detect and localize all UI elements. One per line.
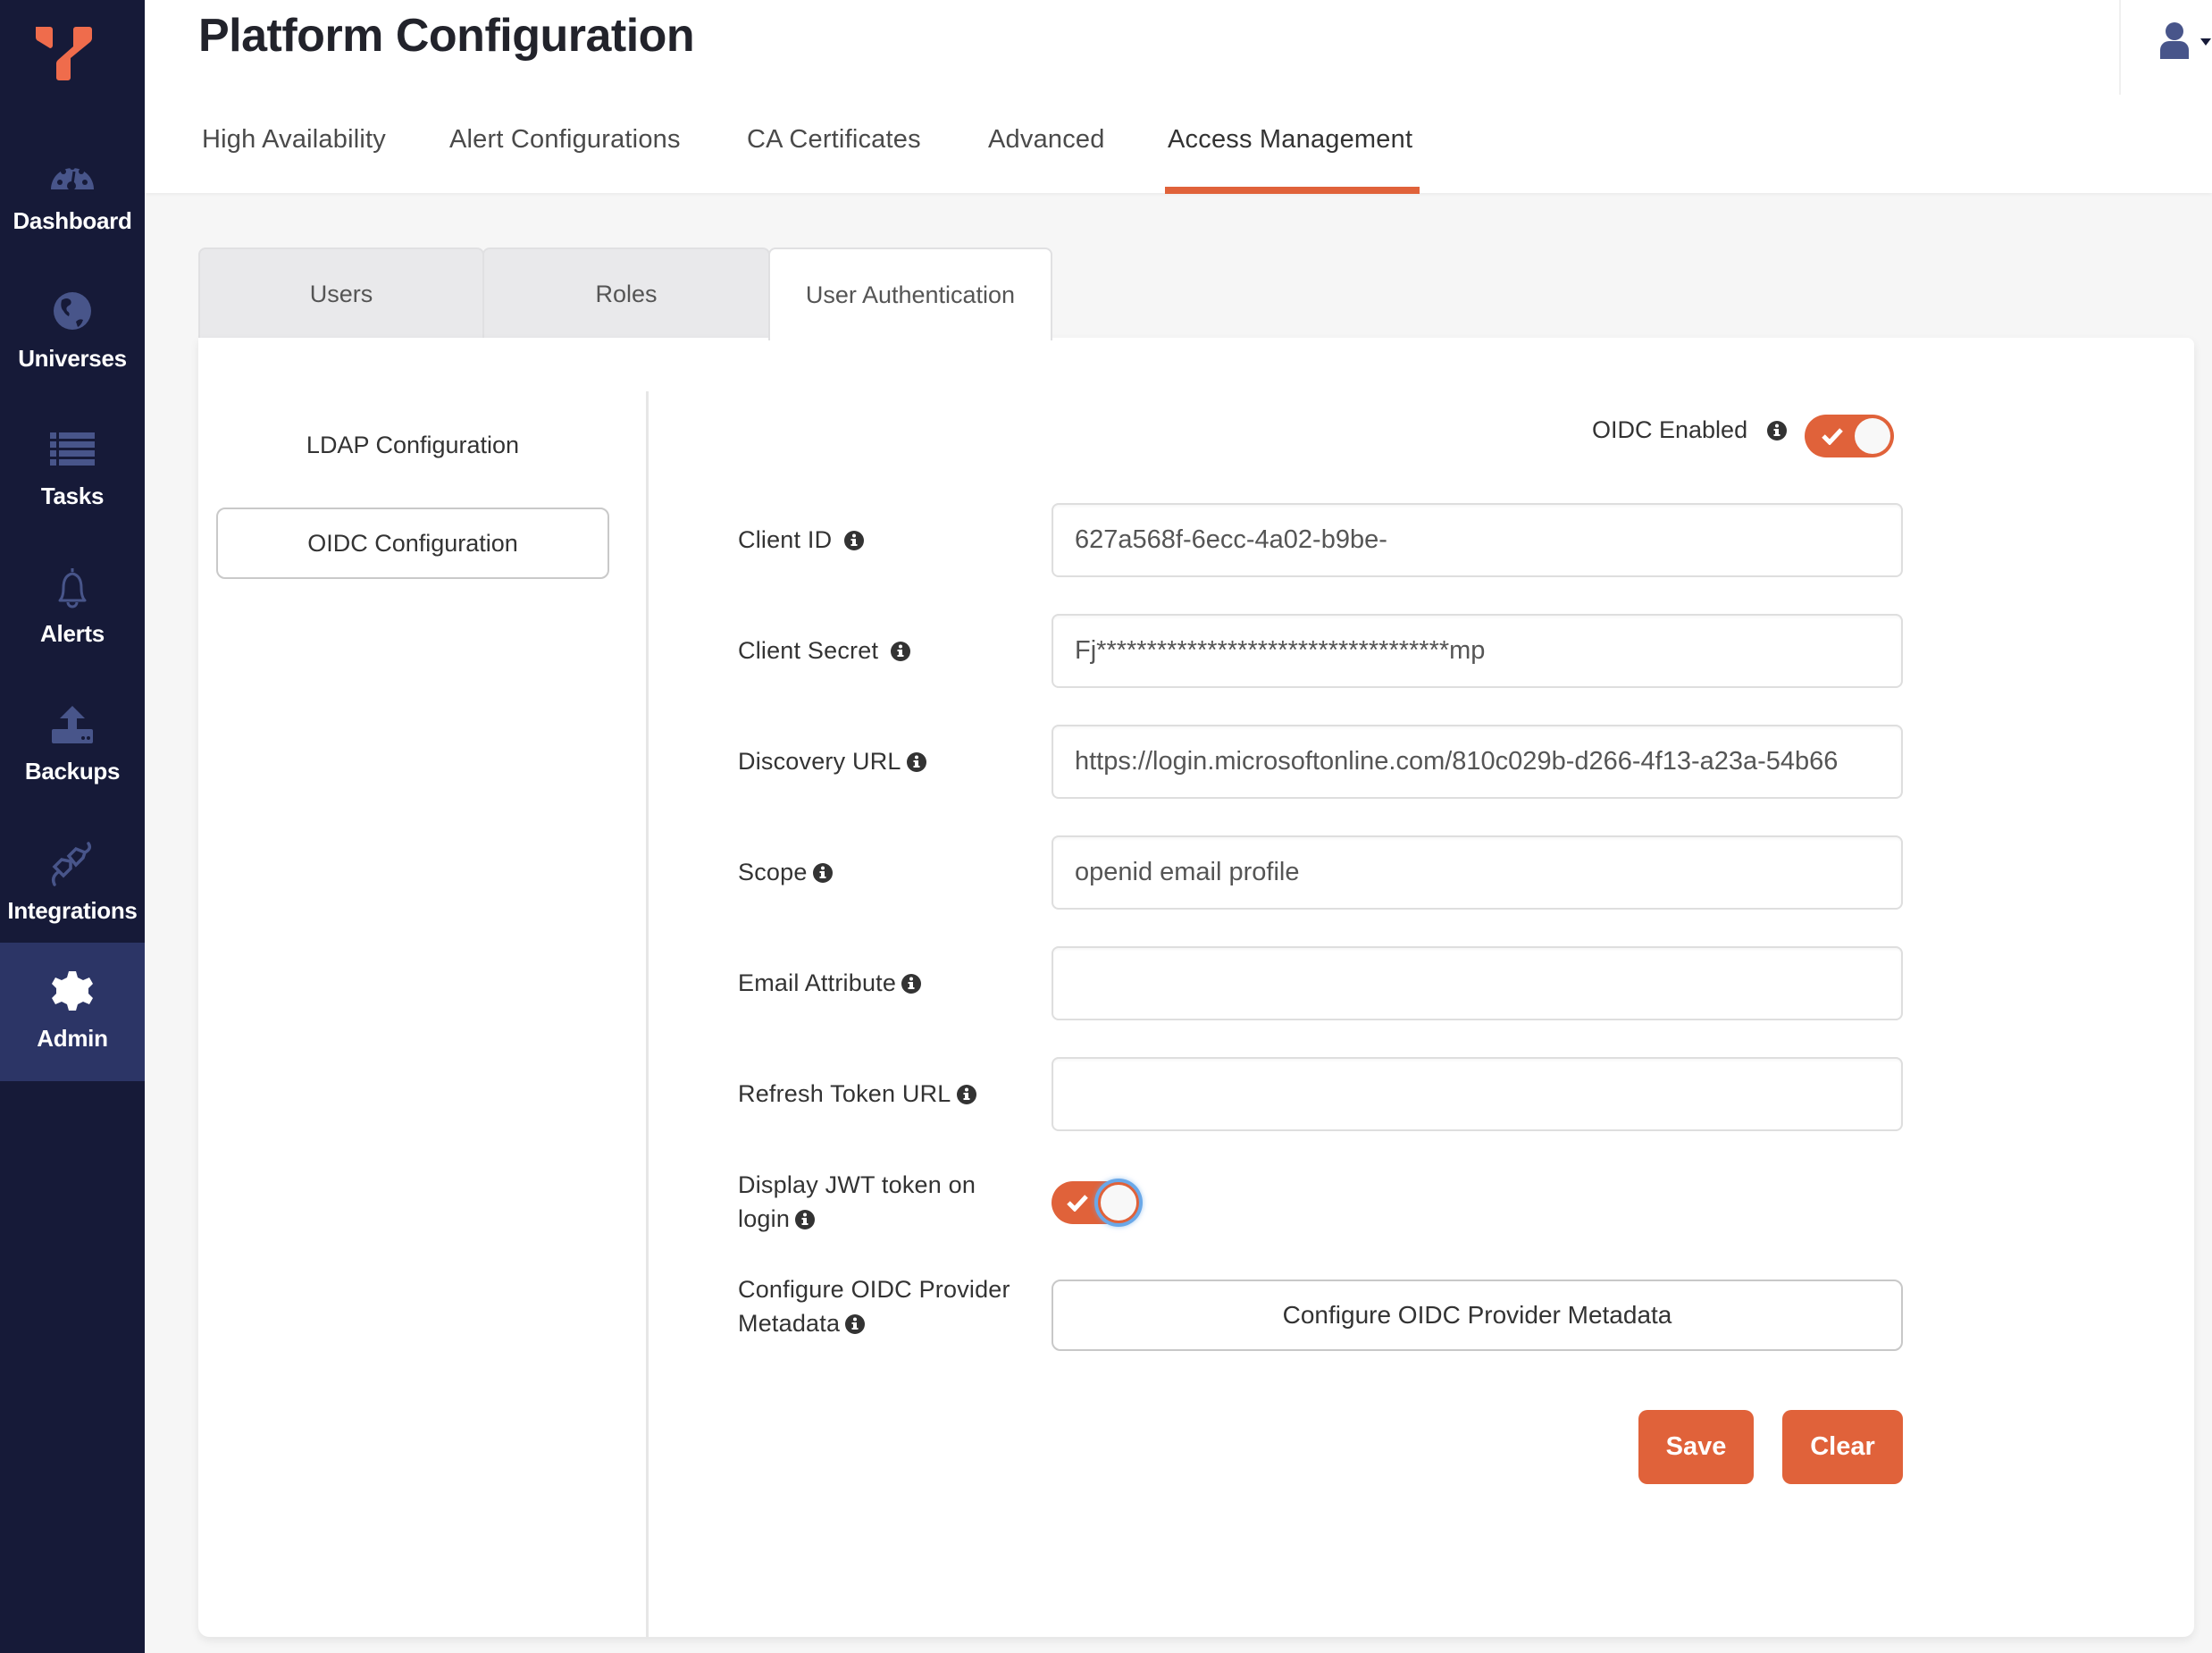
panel-divider [646,391,649,1637]
save-button[interactable]: Save [1638,1410,1754,1484]
discovery-url-input[interactable] [1052,725,1903,799]
dashboard-gauge-icon [49,152,96,198]
label-text: Email Attribute [738,969,897,996]
sidebar-item-label: Tasks [40,482,105,509]
page-header: Platform Configuration High Availability… [145,0,2212,194]
oidc-enabled-label: OIDC Enabled [1592,416,1787,444]
scope-input[interactable] [1052,835,1903,910]
user-authentication-panel: LDAP Configuration OIDC Configuration OI… [198,338,2194,1637]
list-icon [49,427,96,474]
info-icon[interactable] [844,525,865,550]
sidebar: Dashboard Universes Tasks Alerts Backups… [0,0,145,1653]
info-icon[interactable] [891,636,911,661]
display-jwt-label: Display JWT token on login [738,1168,976,1236]
label-text: Client Secret [738,637,879,664]
discovery-url-label: Discovery URL [738,744,926,778]
tab-alert-configurations[interactable]: Alert Configurations [449,125,681,155]
info-icon[interactable] [845,1309,866,1334]
scope-label: Scope [738,855,833,889]
sidebar-item-label: Integrations [7,897,138,924]
plug-icon [49,842,96,888]
label-text: Discovery URL [738,748,901,775]
nav-ldap-configuration[interactable]: LDAP Configuration [216,409,609,481]
clear-button[interactable]: Clear [1782,1410,1903,1484]
sidebar-item-label: Universes [18,345,127,372]
sidebar-item-alerts[interactable]: Alerts [0,547,145,672]
display-jwt-toggle[interactable] [1052,1181,1141,1224]
subtab-label: User Authentication [805,281,1016,308]
oidc-enabled-text: OIDC Enabled [1592,416,1748,443]
tab-ca-certificates[interactable]: CA Certificates [747,125,921,155]
sidebar-item-label: Backups [24,758,121,785]
tab-high-availability[interactable]: High Availability [202,125,386,155]
toggle-knob [1098,1182,1139,1223]
check-icon [1067,1195,1088,1212]
info-icon[interactable] [901,969,922,994]
client-id-label: Client ID [738,523,865,557]
yugabyte-logo[interactable] [32,25,96,82]
nav-oidc-configuration[interactable]: OIDC Configuration [216,508,609,579]
page-title: Platform Configuration [198,10,695,62]
subtab-roles[interactable]: Roles [482,248,770,339]
refresh-token-url-input[interactable] [1052,1057,1903,1131]
label-text: Client ID [738,526,833,553]
tab-access-management[interactable]: Access Management [1168,125,1412,155]
provider-metadata-label: Configure OIDC Provider Metadata [738,1272,1010,1340]
sidebar-item-integrations[interactable]: Integrations [0,824,145,949]
info-icon[interactable] [906,747,926,772]
header-divider [2119,0,2121,95]
gear-icon [49,968,96,1014]
subtab-user-authentication[interactable]: User Authentication [768,248,1052,340]
globe-icon [49,289,96,336]
user-icon[interactable] [2157,21,2192,61]
nav-label: OIDC Configuration [307,529,518,557]
subtab-label: Roles [595,280,658,307]
sidebar-item-dashboard[interactable]: Dashboard [0,134,145,259]
client-secret-label: Client Secret [738,634,911,667]
upload-icon [49,702,96,749]
label-line-1: Configure OIDC Provider [738,1276,1010,1303]
email-attribute-label: Email Attribute [738,966,922,1000]
info-icon[interactable] [795,1204,816,1229]
nav-label: LDAP Configuration [306,431,520,458]
refresh-token-url-label: Refresh Token URL [738,1077,976,1111]
info-icon[interactable] [812,858,833,883]
info-icon[interactable] [956,1079,976,1104]
email-attribute-input[interactable] [1052,946,1903,1020]
oidc-enabled-toggle[interactable] [1805,415,1894,457]
sidebar-item-label: Admin [37,1025,108,1052]
subtab-label: Users [309,280,373,307]
client-id-input[interactable] [1052,503,1903,577]
check-icon [1822,428,1843,445]
label-line-1: Display JWT token on [738,1171,976,1198]
bell-icon [49,565,96,611]
chevron-down-icon[interactable] [2199,36,2212,48]
sidebar-item-universes[interactable]: Universes [0,272,145,397]
client-secret-input[interactable] [1052,614,1903,688]
label-text: Scope [738,859,808,885]
subtab-users[interactable]: Users [198,248,484,339]
active-tab-indicator [1165,187,1420,194]
tab-advanced[interactable]: Advanced [988,125,1105,155]
sidebar-item-admin[interactable]: Admin [0,943,145,1081]
info-icon[interactable] [1766,419,1787,441]
sidebar-item-backups[interactable]: Backups [0,684,145,810]
label-text: Refresh Token URL [738,1080,951,1107]
toggle-knob [1855,418,1890,454]
label-line-2: login [738,1205,791,1232]
sidebar-item-label: Dashboard [13,207,132,234]
sidebar-item-tasks[interactable]: Tasks [0,409,145,534]
label-line-2: Metadata [738,1310,841,1337]
sidebar-item-label: Alerts [40,620,105,647]
configure-oidc-provider-metadata-button[interactable]: Configure OIDC Provider Metadata [1052,1280,1903,1351]
